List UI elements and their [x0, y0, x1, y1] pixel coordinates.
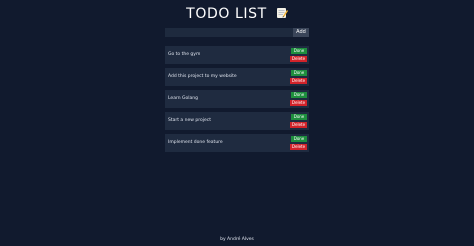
- done-button[interactable]: Done: [291, 48, 307, 54]
- delete-button[interactable]: Delete: [290, 100, 307, 106]
- todo-text: Learn Golang: [168, 96, 198, 101]
- done-button[interactable]: Done: [291, 136, 307, 142]
- todo-item: Implement done feature Done Delete: [165, 134, 309, 152]
- done-button[interactable]: Done: [291, 114, 307, 120]
- footer-credit: by André Alves: [220, 237, 254, 242]
- todo-text: Add this project to my website: [168, 74, 237, 79]
- add-button[interactable]: Add: [293, 28, 309, 37]
- page-title: TODO LIST: [0, 6, 474, 22]
- page-title-text: TODO LIST: [186, 6, 267, 22]
- done-button[interactable]: Done: [291, 92, 307, 98]
- todo-list: Go to the gym Done Delete Add this proje…: [165, 46, 309, 156]
- delete-button[interactable]: Delete: [290, 144, 307, 150]
- todo-item: Start a new project Done Delete: [165, 112, 309, 130]
- todo-item: Go to the gym Done Delete: [165, 46, 309, 64]
- delete-button[interactable]: Delete: [290, 122, 307, 128]
- delete-button[interactable]: Delete: [290, 56, 307, 62]
- add-task-form: Add: [165, 28, 309, 37]
- done-button[interactable]: Done: [291, 70, 307, 76]
- task-input[interactable]: [165, 28, 293, 37]
- delete-button[interactable]: Delete: [290, 78, 307, 84]
- todo-item: Learn Golang Done Delete: [165, 90, 309, 108]
- todo-item: Add this project to my website Done Dele…: [165, 68, 309, 86]
- todo-text: Go to the gym: [168, 52, 201, 57]
- todo-text: Start a new project: [168, 118, 211, 123]
- memo-icon: [276, 7, 288, 19]
- todo-text: Implement done feature: [168, 140, 223, 145]
